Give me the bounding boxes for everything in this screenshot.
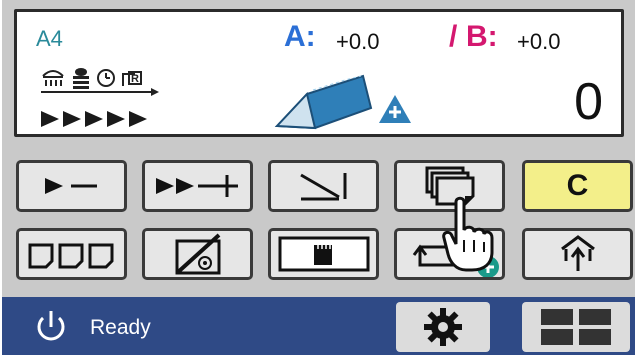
hand-pointer-icon [442, 196, 494, 272]
fold-slope-icon [299, 173, 346, 201]
fold-pattern-button[interactable] [16, 228, 127, 280]
svg-text:R: R [131, 73, 139, 85]
sheet-counter: 0 [574, 73, 603, 131]
grid-menu-icon [541, 309, 611, 345]
timer-icon [97, 69, 115, 87]
fold-pattern-icon [28, 243, 113, 269]
adjust-b-label: B: [466, 20, 498, 53]
memory-card-icon [278, 236, 369, 272]
fold-type-button[interactable] [268, 160, 379, 212]
status-bar: Ready [2, 297, 635, 355]
folded-paper-icon [274, 74, 373, 130]
feed-roller-icon [42, 70, 64, 86]
triangle-plus-icon [379, 95, 411, 123]
power-icon[interactable] [34, 309, 68, 345]
adjust-b-value: +0.0 [517, 29, 561, 54]
memory-card-button[interactable] [268, 228, 379, 280]
reverse-feed-icon: R [122, 71, 142, 86]
status-text: Ready [90, 316, 151, 339]
adjust-a-value: +0.0 [336, 29, 380, 54]
gear-icon [424, 308, 462, 346]
lcd-panel: A4 A: +0.0 / B: +0.0 R 0 [14, 9, 624, 137]
speed-slower-button[interactable] [16, 160, 127, 212]
paper-size-label: A4 [36, 26, 63, 51]
fast-forward-plus-icon [155, 175, 238, 197]
speed-level-indicator [41, 111, 147, 127]
status-icons-strip: R [41, 68, 159, 96]
upload-arrow-icon [560, 235, 595, 271]
play-minus-icon [44, 178, 97, 194]
no-crease-icon [175, 233, 220, 275]
separator-slash: / [449, 20, 458, 53]
settings-button[interactable] [396, 302, 490, 352]
no-crease-button[interactable] [142, 228, 253, 280]
clear-button[interactable]: C [522, 160, 633, 212]
stack-icon [73, 68, 89, 89]
home-menu-button[interactable] [522, 302, 630, 352]
adjust-a-label: A: [284, 20, 316, 53]
speed-faster-button[interactable] [142, 160, 253, 212]
clear-button-label: C [566, 169, 589, 202]
eject-button[interactable] [522, 228, 633, 280]
